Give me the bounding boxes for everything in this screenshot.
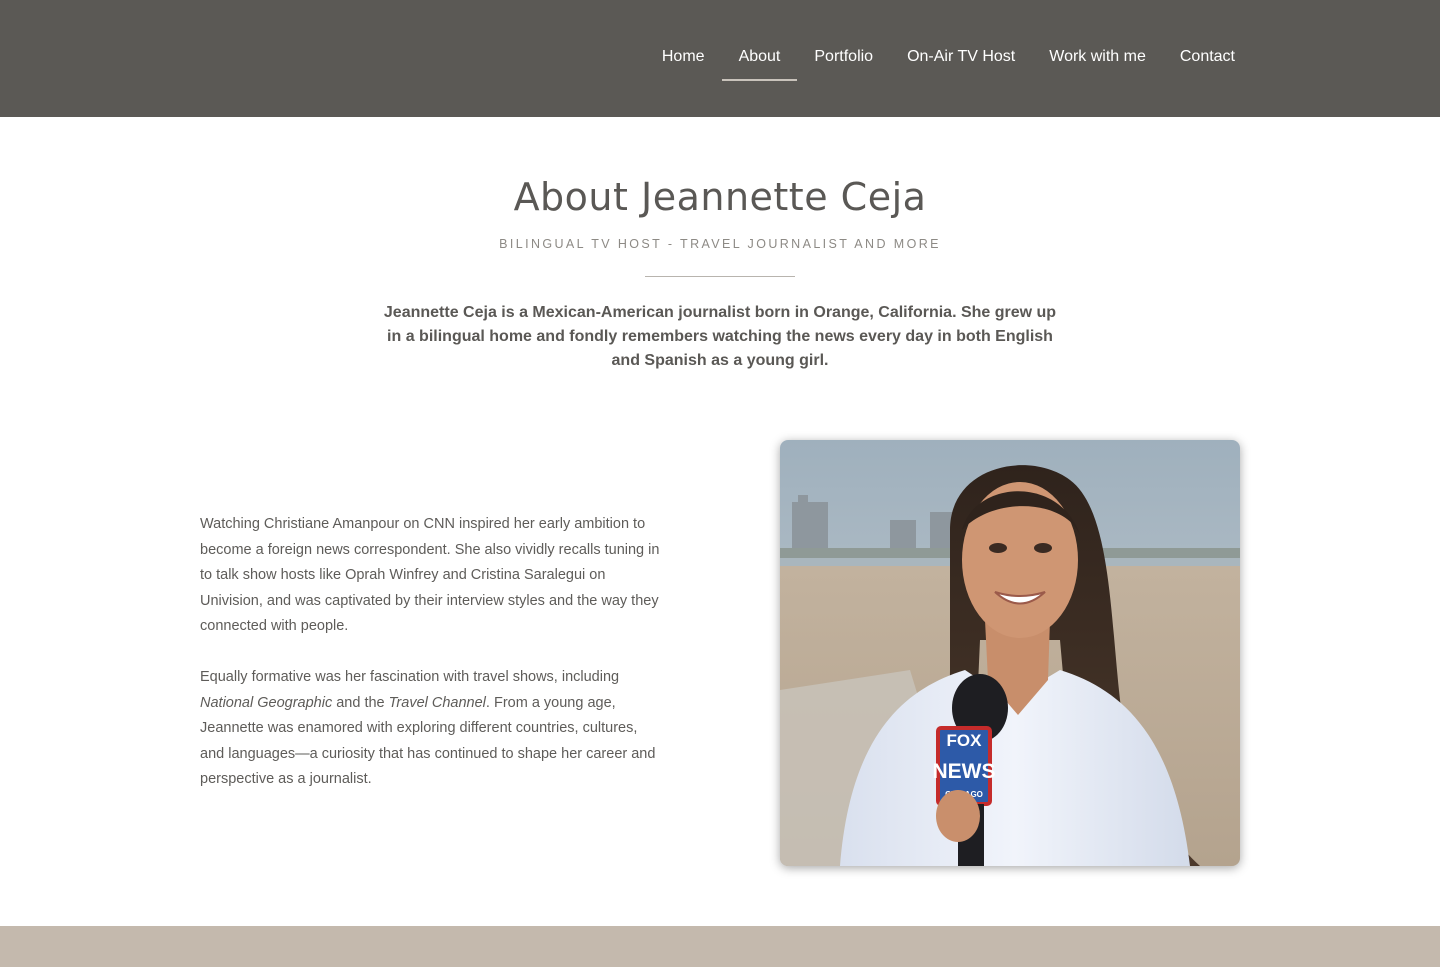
nav-item-home[interactable]: Home bbox=[645, 36, 722, 81]
mic-flag-news: NEWS bbox=[933, 760, 996, 783]
italic-national-geographic: National Geographic bbox=[200, 694, 333, 711]
nav-item-work-with-me[interactable]: Work with me bbox=[1032, 36, 1163, 81]
nav-item-portfolio[interactable]: Portfolio bbox=[797, 36, 890, 81]
bio-paragraph-1: Watching Christiane Amanpour on CNN insp… bbox=[200, 516, 660, 635]
bio-text-span: and the bbox=[332, 694, 389, 711]
right-eye bbox=[1034, 543, 1052, 553]
bio-paragraph-2: Equally formative was her fascination wi… bbox=[200, 665, 665, 793]
photo-illustration: FOX NEWS CHICAGO bbox=[780, 440, 1240, 866]
page-title: About Jeannette Ceja bbox=[513, 175, 927, 219]
site-header: Home About Portfolio On-Air TV Host Work… bbox=[0, 0, 1440, 117]
hand bbox=[936, 790, 980, 842]
left-eye bbox=[989, 543, 1007, 553]
footer-band bbox=[0, 926, 1440, 967]
profile-photo: FOX NEWS CHICAGO bbox=[780, 440, 1240, 866]
main-nav: Home About Portfolio On-Air TV Host Work… bbox=[645, 36, 1252, 81]
nav-item-on-air-tv-host[interactable]: On-Air TV Host bbox=[890, 36, 1032, 81]
nav-item-contact[interactable]: Contact bbox=[1163, 36, 1252, 81]
bio-text-span: Equally formative was her fascination wi… bbox=[200, 668, 620, 685]
italic-travel-channel: Travel Channel bbox=[388, 694, 486, 711]
bio-text: Watching Christiane Amanpour on CNN insp… bbox=[200, 512, 665, 818]
mic-flag-fox: FOX bbox=[947, 731, 983, 750]
nav-item-about[interactable]: About bbox=[721, 36, 798, 81]
lead-paragraph: Jeannette Ceja is a Mexican-American jou… bbox=[383, 304, 1057, 369]
title-divider bbox=[645, 276, 795, 277]
page-subtitle: BILINGUAL TV HOST - TRAVEL JOURNALIST AN… bbox=[499, 237, 941, 251]
intro-section: About Jeannette Ceja BILINGUAL TV HOST -… bbox=[0, 170, 1440, 373]
